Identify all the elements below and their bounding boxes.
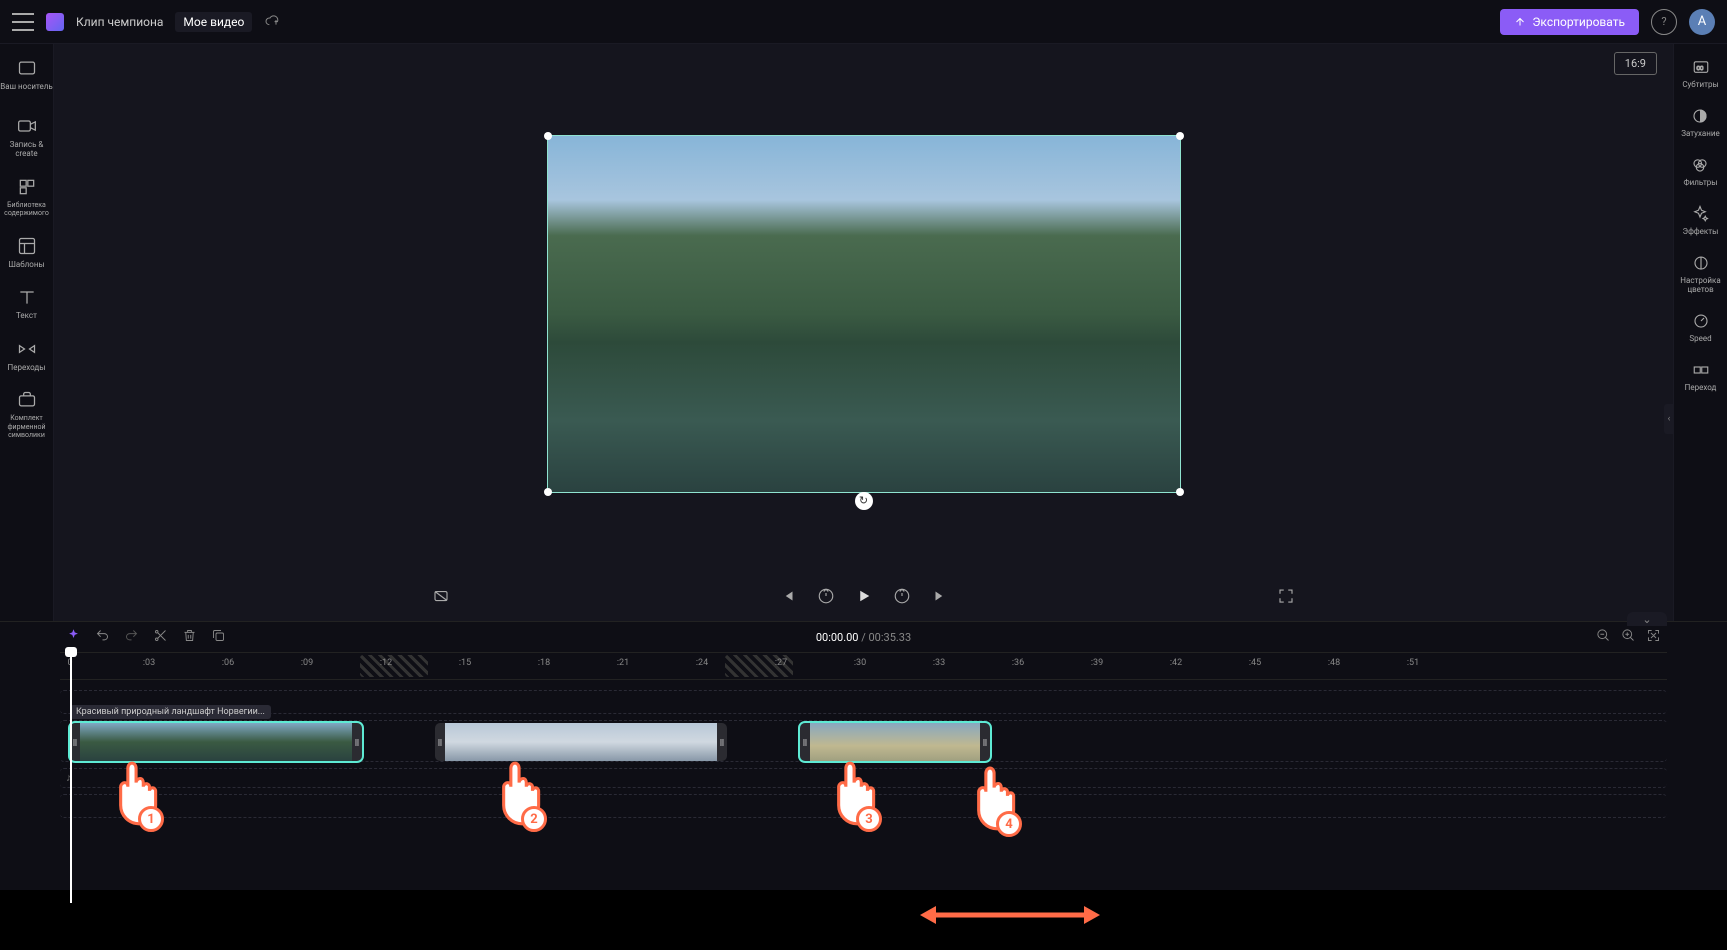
ruler-tick: :24 (696, 658, 708, 668)
ruler-tick: :21 (617, 658, 629, 668)
project-name[interactable]: Мое видео (175, 12, 252, 32)
sidebar-item-media[interactable]: Ваш носитель (0, 58, 54, 92)
clip-trim-handle[interactable]: || (717, 723, 727, 761)
collapse-timeline-icon[interactable]: ⌄ (1627, 612, 1667, 626)
svg-text:CC: CC (1696, 66, 1703, 72)
sidebar-item-templates[interactable]: Шаблоны (0, 236, 54, 270)
preview-area: 16:9 ↻ (54, 44, 1673, 577)
ruler-tick: :48 (1328, 658, 1340, 668)
menu-icon[interactable] (12, 13, 34, 31)
panel-item-fade[interactable]: Затухание (1681, 107, 1720, 138)
split-icon[interactable] (153, 628, 168, 646)
clip-trim-handle[interactable]: || (800, 723, 810, 761)
mute-icon[interactable] (432, 587, 450, 605)
ai-sparkle-icon[interactable] (66, 628, 81, 646)
panel-item-subtitles[interactable]: CC Субтитры (1682, 58, 1718, 89)
ruler-tick: :45 (1249, 658, 1261, 668)
sidebar-item-transitions[interactable]: Переходы (0, 339, 54, 373)
preview-canvas[interactable]: ↻ (547, 135, 1181, 493)
ruler-tick: :39 (1091, 658, 1103, 668)
export-button[interactable]: Экспортировать (1500, 9, 1639, 35)
tutorial-hand-4: 4 (960, 765, 1022, 837)
skip-forward-icon[interactable] (931, 587, 949, 605)
ruler-tick: :36 (1012, 658, 1024, 668)
play-button[interactable] (855, 587, 873, 605)
sidebar-item-library[interactable]: Библиотека содержимого (0, 177, 54, 218)
help-icon[interactable]: ? (1651, 9, 1677, 35)
resize-handle-tl[interactable] (544, 132, 552, 140)
sidebar-item-brandkit[interactable]: Комплект фирменной символики (0, 390, 54, 439)
ruler-tick: :42 (1170, 658, 1182, 668)
sidebar-item-text[interactable]: Текст (0, 287, 54, 321)
zoom-in-icon[interactable] (1621, 628, 1636, 646)
clip-trim-handle[interactable]: || (980, 723, 990, 761)
timeline-toolbar: ⌄ 00:00.00 / 00:35.33 (0, 622, 1727, 652)
panel-item-transition[interactable]: Переход (1685, 361, 1717, 392)
ruler-tick: :03 (143, 658, 155, 668)
duplicate-icon[interactable] (211, 628, 226, 646)
seek-back-icon[interactable] (817, 587, 835, 605)
zoom-out-icon[interactable] (1596, 628, 1611, 646)
ruler-tick: :33 (933, 658, 945, 668)
ruler-tick: :12 (380, 658, 392, 668)
seek-forward-icon[interactable] (893, 587, 911, 605)
rotate-handle[interactable]: ↻ (855, 492, 873, 510)
ruler-tick: :18 (538, 658, 550, 668)
tutorial-hand-2: 2 (485, 760, 547, 832)
avatar[interactable]: A (1689, 9, 1715, 35)
ruler-tick: :27 (775, 658, 787, 668)
app-logo (46, 13, 64, 31)
panel-item-effects[interactable]: Эффекты (1683, 205, 1719, 236)
zoom-fit-icon[interactable] (1646, 628, 1661, 646)
redo-icon[interactable] (124, 628, 139, 646)
undo-icon[interactable] (95, 628, 110, 646)
gap-zone (360, 655, 428, 677)
collapse-right-sidebar-icon[interactable]: ‹ (1664, 404, 1674, 434)
skip-back-icon[interactable] (779, 587, 797, 605)
timeline: ⌄ 00:00.00 / 00:35.33 0 :03 :06 :09 : (0, 621, 1727, 890)
timeline-clip-2[interactable]: || || (435, 723, 727, 761)
clip-trim-handle[interactable]: || (352, 723, 362, 761)
timecode: 00:00.00 / 00:35.33 (816, 631, 911, 644)
tracks: Красивый природный ландшафт Норвегии... … (60, 680, 1667, 890)
cloud-sync-icon (264, 14, 280, 30)
tutorial-hand-3: 3 (820, 760, 882, 832)
playhead[interactable] (70, 653, 72, 903)
clip-trim-handle[interactable]: || (435, 723, 445, 761)
ruler-tick: :09 (301, 658, 313, 668)
sidebar-item-record[interactable]: Запись & create (0, 116, 54, 159)
panel-item-filters[interactable]: Фильтры (1683, 156, 1717, 187)
app-title: Клип чемпиона (76, 15, 163, 29)
delete-icon[interactable] (182, 628, 197, 646)
timeline-clip-1[interactable]: || || (70, 723, 362, 761)
track-row[interactable] (60, 690, 1667, 714)
timeline-ruler[interactable]: 0 :03 :06 :09 :12 :15 :18 :21 :24 :27 :3… (60, 652, 1667, 680)
aspect-ratio-button[interactable]: 16:9 (1614, 52, 1657, 75)
resize-handle-br[interactable] (1176, 488, 1184, 496)
left-sidebar: Ваш носитель Запись & create Библиотека … (0, 44, 54, 621)
video-track-row[interactable]: Красивый природный ландшафт Норвегии... … (60, 720, 1667, 762)
ruler-tick: :06 (222, 658, 234, 668)
timeline-clip-3[interactable]: || || (800, 723, 990, 761)
tutorial-arrow-icon (920, 900, 1100, 930)
playback-controls (54, 577, 1673, 621)
right-sidebar: ‹ CC Субтитры Затухание Фильтры Эффекты … (1673, 44, 1727, 621)
ruler-tick: :15 (459, 658, 471, 668)
header: Клип чемпиона Мое видео Экспортировать ?… (0, 0, 1727, 44)
export-label: Экспортировать (1532, 15, 1625, 29)
ruler-tick: :30 (854, 658, 866, 668)
panel-item-color[interactable]: Настройка цветов (1674, 254, 1727, 294)
fullscreen-icon[interactable] (1277, 587, 1295, 605)
ruler-tick: :51 (1407, 658, 1419, 668)
tutorial-hand-1: 1 (102, 760, 164, 832)
panel-item-speed[interactable]: Speed (1689, 312, 1711, 343)
resize-handle-tr[interactable] (1176, 132, 1184, 140)
resize-handle-bl[interactable] (544, 488, 552, 496)
clip-tooltip: Красивый природный ландшафт Норвегии... (70, 705, 271, 719)
